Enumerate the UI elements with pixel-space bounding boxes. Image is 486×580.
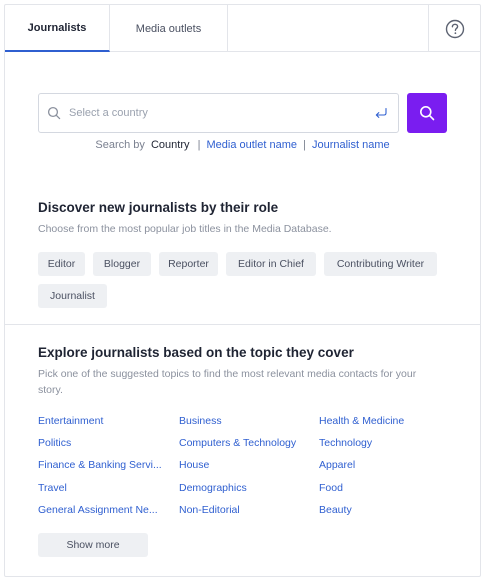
roles-section-title: Discover new journalists by their role <box>38 200 279 215</box>
separator: | <box>197 139 201 151</box>
topic-link-entertainment[interactable]: Entertainment <box>38 415 166 427</box>
country-search-input[interactable] <box>69 104 359 122</box>
role-chip-editor[interactable]: Editor <box>38 252 85 276</box>
role-chip-contributing-writer[interactable]: Contributing Writer <box>324 252 437 276</box>
topic-link-apparel[interactable]: Apparel <box>319 459 449 471</box>
tab-bar: Journalists Media outlets <box>5 5 480 52</box>
question-circle-icon <box>445 19 465 38</box>
search-button[interactable] <box>407 93 447 133</box>
topics-section-description: Pick one of the suggested topics to find… <box>38 368 417 396</box>
search-by-country[interactable]: Country <box>151 139 190 151</box>
topic-link-technology[interactable]: Technology <box>319 437 449 449</box>
topic-link-computers-technology[interactable]: Computers & Technology <box>179 437 314 449</box>
enter-key-icon <box>375 107 387 118</box>
topic-link-politics[interactable]: Politics <box>38 437 166 449</box>
tab-journalists[interactable]: Journalists <box>5 5 110 52</box>
show-more-button[interactable]: Show more <box>38 533 148 557</box>
topic-link-general-assignment[interactable]: General Assignment Ne... <box>38 504 168 516</box>
search-by-label: Search by <box>95 139 145 151</box>
help-button[interactable] <box>428 5 480 52</box>
topic-link-finance-banking[interactable]: Finance & Banking Servi... <box>38 459 168 471</box>
search-by-journalist-name[interactable]: Journalist name <box>312 139 390 151</box>
role-chip-blogger[interactable]: Blogger <box>93 252 151 276</box>
topic-link-house[interactable]: House <box>179 459 309 471</box>
topic-link-non-editorial[interactable]: Non-Editorial <box>179 504 309 516</box>
topic-link-beauty[interactable]: Beauty <box>319 504 449 516</box>
tab-media-outlets[interactable]: Media outlets <box>110 5 228 52</box>
role-chip-reporter[interactable]: Reporter <box>159 252 218 276</box>
topic-link-travel[interactable]: Travel <box>38 482 166 494</box>
separator: | <box>303 139 306 151</box>
search-icon <box>47 106 61 120</box>
media-database-panel: Journalists Media outlets Search by Coun <box>4 4 481 577</box>
roles-section-description: Choose from the most popular job titles … <box>38 223 332 235</box>
search-by-media-outlet-name[interactable]: Media outlet name <box>206 139 297 151</box>
topic-link-food[interactable]: Food <box>319 482 449 494</box>
role-chip-editor-in-chief[interactable]: Editor in Chief <box>226 252 316 276</box>
section-divider <box>5 324 480 325</box>
topic-link-demographics[interactable]: Demographics <box>179 482 309 494</box>
topic-link-health-medicine[interactable]: Health & Medicine <box>319 415 449 427</box>
topics-section-title: Explore journalists based on the topic t… <box>38 345 354 360</box>
topic-link-business[interactable]: Business <box>179 415 309 427</box>
search-by-options: Search by Country | Media outlet name | … <box>5 139 480 151</box>
country-search-field[interactable] <box>38 93 399 133</box>
role-chip-journalist[interactable]: Journalist <box>38 284 107 308</box>
search-icon <box>420 106 435 121</box>
